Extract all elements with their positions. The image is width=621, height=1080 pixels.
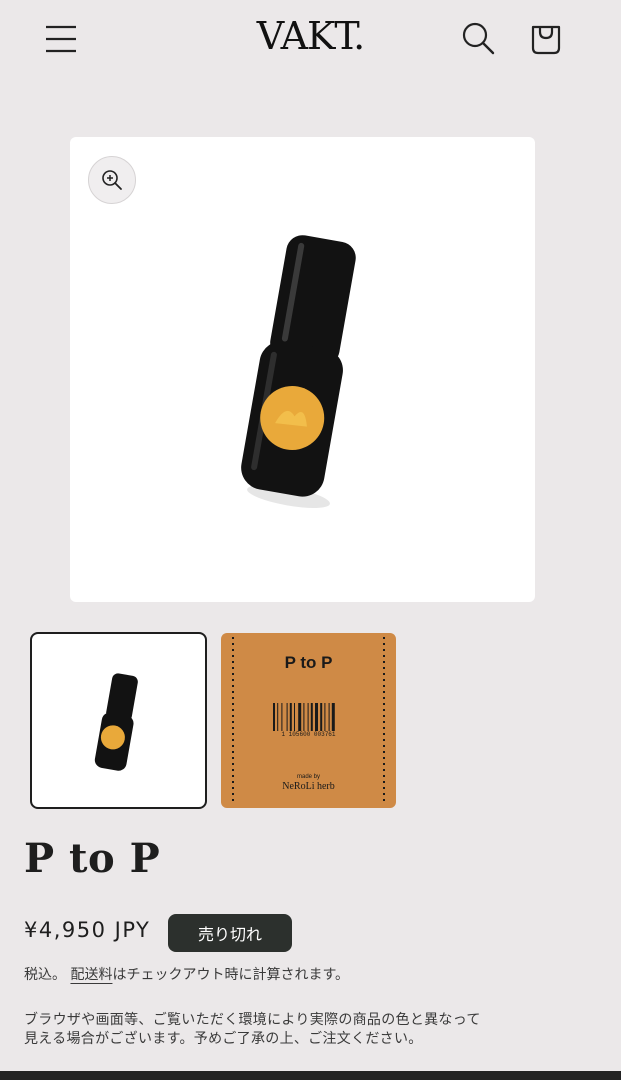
site-header: VAKT. — [0, 0, 621, 80]
cart-button[interactable] — [526, 18, 566, 58]
barcode-image — [273, 703, 335, 731]
product-price: ¥4,950 JPY — [24, 918, 151, 942]
cart-icon — [531, 25, 561, 55]
product-title: P to P — [24, 835, 161, 882]
product-bottle-image — [241, 235, 356, 508]
shipping-link[interactable]: 配送料 — [70, 967, 112, 983]
tax-prefix: 税込。 — [24, 967, 66, 983]
bottom-bar — [0, 1071, 621, 1080]
barcode-number: 1 105600 003761 — [281, 731, 336, 738]
product-main-image[interactable] — [70, 137, 535, 602]
color-notice-line-1: ブラウザや画面等、ご覧いただく環境により実際の商品の色と異なって — [24, 1012, 481, 1028]
sold-out-badge: 売り切れ — [168, 914, 292, 952]
label-brand: NeRoLi herb — [282, 781, 335, 792]
tax-note: 税込。 配送料はチェックアウト時に計算されます。 — [24, 964, 349, 984]
search-button[interactable] — [460, 20, 496, 56]
thumbnail-bottle[interactable] — [30, 632, 207, 809]
thumbnail-bottle-image — [94, 673, 138, 771]
tax-suffix: はチェックアウト時に計算されます。 — [112, 967, 350, 983]
search-icon — [462, 22, 495, 55]
zoom-button[interactable] — [88, 156, 136, 204]
thumbnail-label[interactable]: P to P 1 105600 003761 made by NeRoLi he… — [221, 633, 396, 808]
color-notice: ブラウザや画面等、ご覧いただく環境により実際の商品の色と異なって 見える場合がご… — [24, 1011, 594, 1049]
label-made-by: made by — [296, 774, 320, 780]
label-title: P to P — [284, 653, 333, 672]
zoom-in-icon — [102, 170, 122, 190]
color-notice-line-2: 見える場合がございます。予めご了承の上、ご注文ください。 — [24, 1031, 423, 1047]
